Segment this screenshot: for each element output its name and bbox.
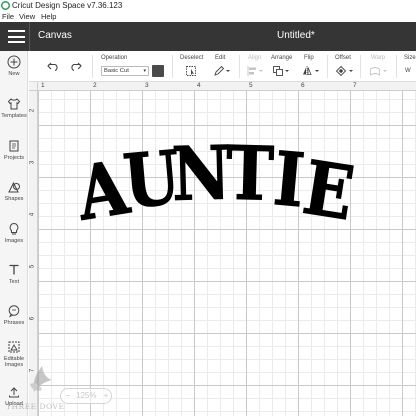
cricut-app-icon	[1, 1, 10, 10]
sidebar-item-templates[interactable]: Templates	[0, 97, 28, 119]
deselect-label: Deselect	[180, 55, 204, 61]
ruler-number: 2	[29, 108, 36, 113]
ruler-number: 6	[301, 82, 305, 89]
design-letter: N	[170, 130, 232, 219]
warp-label: Warp	[371, 55, 386, 61]
auntie-text-design[interactable]: A U N T I E	[71, 130, 360, 240]
menu-view[interactable]: View	[19, 11, 35, 22]
ruler-number: 5	[249, 82, 253, 89]
operation-label: Operation	[101, 55, 128, 61]
ruler-number: 3	[29, 160, 36, 165]
offset-icon[interactable]	[335, 65, 355, 77]
menu-file[interactable]: File	[2, 11, 14, 22]
ruler-number: 4	[197, 82, 201, 89]
hamburger-menu-icon[interactable]	[8, 30, 25, 43]
deselect-icon[interactable]	[185, 65, 197, 77]
editable-image-icon	[8, 341, 20, 353]
dove-icon	[30, 366, 52, 392]
horizontal-ruler: 1 2 3 4 5 6 7	[38, 82, 416, 91]
arrange-icon[interactable]	[272, 65, 290, 77]
toolbar-divider	[92, 55, 93, 78]
operation-value: Basic Cut	[104, 68, 129, 74]
ruler-corner	[29, 82, 38, 91]
watermark-logo: THREE DOVE	[4, 362, 76, 416]
sidebar-item-label: Text	[8, 279, 20, 285]
size-label: Size	[404, 55, 416, 61]
app-header: Canvas Untitled*	[0, 22, 416, 51]
size-width-label: W	[405, 68, 411, 74]
window-title-bar: Cricut Design Space v7.36.123	[0, 0, 416, 11]
operation-select[interactable]: Basic Cut ▾	[101, 66, 149, 76]
undo-icon[interactable]	[47, 61, 60, 72]
flip-label: Flip	[304, 55, 314, 61]
plus-circle-icon	[7, 55, 21, 69]
align-label: Align	[248, 55, 262, 61]
toolbar-divider	[172, 55, 173, 78]
edit-label: Edit	[215, 55, 226, 61]
sidebar-item-shapes[interactable]: Shapes	[0, 180, 28, 202]
operation-color-swatch[interactable]	[152, 65, 164, 77]
shirt-icon	[7, 98, 21, 110]
edit-toolbar: Operation Basic Cut ▾ Deselect Edit Alig…	[29, 51, 416, 82]
menu-bar: File View Help	[0, 11, 416, 22]
edit-pen-icon[interactable]	[213, 65, 231, 77]
arrange-label: Arrange	[271, 55, 293, 61]
shapes-icon	[8, 181, 20, 193]
chevron-down-icon: ▾	[143, 68, 146, 74]
sidebar-item-label: New	[8, 71, 20, 77]
flip-icon[interactable]	[302, 65, 320, 77]
warp-icon[interactable]	[369, 65, 389, 77]
ruler-number: 2	[93, 82, 97, 89]
toolbar-divider	[360, 55, 361, 78]
watermark-text: THREE DOVE	[6, 402, 65, 411]
header-divider	[29, 22, 30, 51]
ruler-number: 7	[353, 82, 357, 89]
canvas-section-label: Canvas	[38, 30, 72, 41]
projects-icon	[9, 140, 19, 152]
design-letter: T	[224, 130, 275, 219]
text-icon	[9, 264, 19, 275]
ruler-number: 6	[29, 316, 36, 321]
redo-icon[interactable]	[69, 61, 82, 72]
menu-help[interactable]: Help	[41, 11, 56, 22]
ruler-number: 4	[29, 212, 36, 217]
offset-label: Offset	[335, 55, 351, 61]
toolbar-divider	[239, 55, 240, 78]
toolbar-divider	[327, 55, 328, 78]
sidebar-item-projects[interactable]: Projects	[0, 139, 28, 161]
lightbulb-icon	[9, 222, 19, 235]
design-letter: E	[297, 144, 360, 238]
sidebar-item-label: Projects	[3, 155, 25, 161]
sidebar-item-label: Images	[4, 238, 24, 244]
align-icon[interactable]	[246, 65, 264, 77]
sidebar-item-label: Shapes	[4, 196, 24, 202]
sidebar-item-label: Templates	[1, 113, 27, 119]
zoom-in-button[interactable]: +	[101, 389, 111, 403]
sidebar-item-new[interactable]: New	[0, 55, 28, 77]
toolbar-divider	[396, 55, 397, 78]
document-title: Untitled*	[277, 30, 315, 41]
ruler-number: 3	[145, 82, 149, 89]
sidebar-item-phrases[interactable]: Phrases	[0, 304, 28, 326]
sidebar-item-label: Phrases	[3, 320, 25, 326]
window-title: Cricut Design Space v7.36.123	[12, 1, 123, 10]
speech-bubble-icon	[8, 305, 20, 318]
ruler-number: 1	[41, 82, 45, 89]
sidebar-item-text[interactable]: Text	[0, 263, 28, 285]
ruler-number: 5	[29, 264, 36, 269]
sidebar-item-images[interactable]: Images	[0, 222, 28, 244]
zoom-level: 125%	[76, 391, 97, 400]
